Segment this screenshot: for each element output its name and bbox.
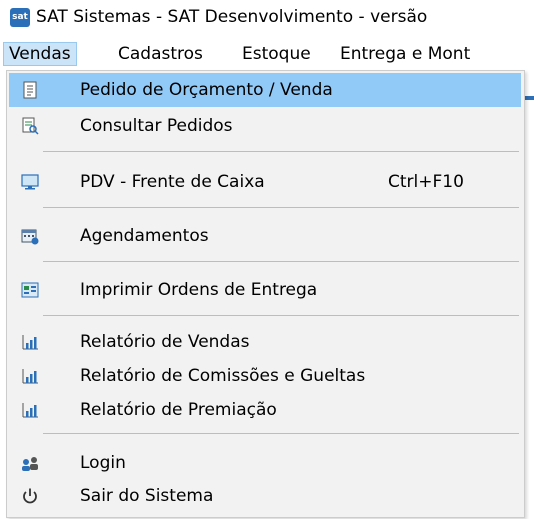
menu-item-relatorio-premiacao[interactable]: Relatório de Premiação (9, 393, 521, 427)
window-title: SAT Sistemas - SAT Desenvolvimento - ver… (36, 7, 428, 27)
menu-vendas[interactable]: Vendas (3, 42, 77, 66)
menu-item-label: Relatório de Vendas (80, 332, 250, 352)
menu-separator (43, 207, 519, 208)
menu-separator (43, 151, 519, 152)
menu-separator (43, 433, 519, 434)
menu-item-label: Login (80, 453, 126, 473)
menu-item-pedido-orcamento[interactable]: Pedido de Orçamento / Venda (9, 73, 521, 107)
app-logo-icon: sat (10, 8, 30, 27)
menu-estoque[interactable]: Estoque (236, 42, 317, 66)
monitor-icon (21, 174, 39, 190)
print-delivery-icon (21, 282, 39, 298)
menu-item-sair[interactable]: Sair do Sistema (9, 479, 521, 513)
power-icon (23, 488, 37, 504)
menu-bar: Vendas Cadastros Estoque Entrega e Mont (0, 36, 534, 70)
bar-chart-icon (22, 403, 38, 418)
menu-separator (43, 261, 519, 262)
users-icon (22, 457, 38, 471)
menu-item-login[interactable]: Login (9, 446, 521, 480)
menu-item-label: Relatório de Premiação (80, 400, 277, 420)
shortcut-label: Ctrl+F10 (388, 172, 464, 192)
menu-item-label: Imprimir Ordens de Entrega (80, 280, 318, 300)
menu-item-label: Consultar Pedidos (80, 116, 233, 136)
bar-chart-icon (22, 335, 38, 350)
order-form-icon (23, 81, 37, 99)
menu-item-label: Agendamentos (80, 226, 209, 246)
title-bar: sat SAT Sistemas - SAT Desenvolvimento -… (0, 0, 534, 36)
menu-cadastros[interactable]: Cadastros (112, 42, 209, 66)
menu-item-consultar-pedidos[interactable]: Consultar Pedidos (9, 109, 521, 143)
bar-chart-icon (22, 369, 38, 384)
menu-item-label: Pedido de Orçamento / Venda (80, 80, 333, 100)
menu-entrega[interactable]: Entrega e Mont (334, 42, 476, 66)
menu-item-label: Relatório de Comissões e Gueltas (80, 366, 366, 386)
menu-item-relatorio-vendas[interactable]: Relatório de Vendas (9, 325, 521, 359)
menu-item-agendamentos[interactable]: Agendamentos (9, 219, 521, 253)
menu-item-pdv[interactable]: PDV - Frente de Caixa Ctrl+F10 (9, 165, 521, 199)
menu-item-label: PDV - Frente de Caixa (80, 172, 265, 192)
calendar-icon (21, 229, 39, 245)
background-window-edge (524, 96, 534, 100)
menu-item-relatorio-comissoes[interactable]: Relatório de Comissões e Gueltas (9, 359, 521, 393)
menu-item-imprimir-ordens[interactable]: Imprimir Ordens de Entrega (9, 273, 521, 307)
search-orders-icon (22, 117, 39, 135)
menu-item-label: Sair do Sistema (80, 486, 214, 506)
vendas-dropdown-menu: Pedido de Orçamento / Venda Consultar Pe… (6, 70, 525, 518)
menu-separator (43, 315, 519, 316)
